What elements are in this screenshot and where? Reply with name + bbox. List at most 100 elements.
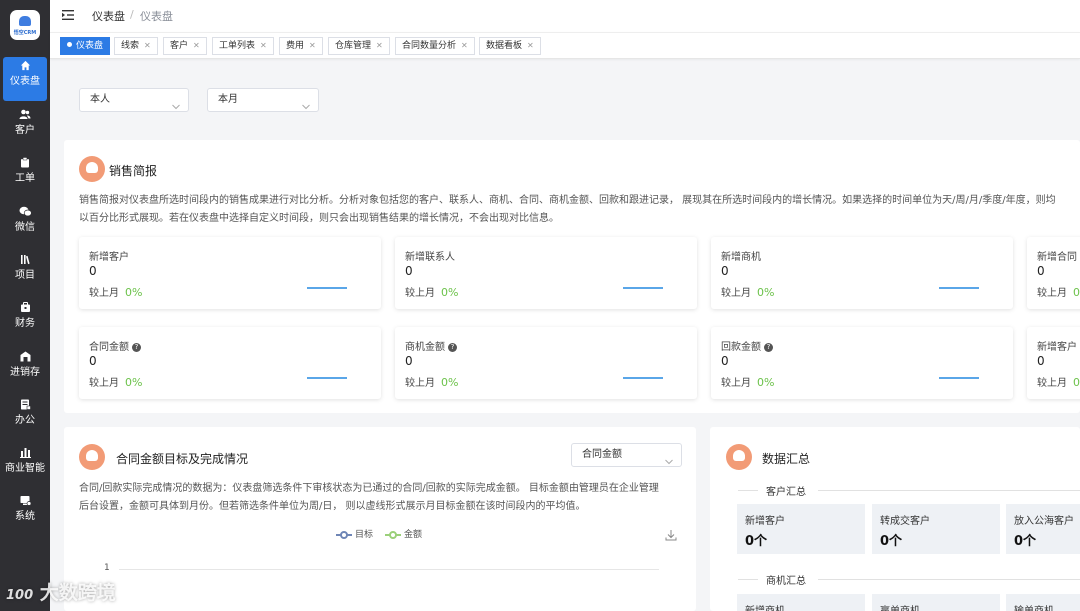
legend-line-marker-icon: [336, 530, 352, 539]
stat-percent: 0: [1073, 376, 1080, 389]
icon-glyph: [86, 450, 98, 461]
stat-label-text: 新增联系人: [405, 252, 455, 263]
summary-value: 0个: [880, 534, 903, 549]
summary-label: 赢单商机: [880, 602, 920, 611]
stat-compare: 较上月 0%: [89, 284, 142, 299]
sidebar-item-bi[interactable]: 商业智能: [0, 444, 50, 488]
tab-bar: 仪表盘 线索 ✕ 客户 ✕ 工单列表 ✕ 费用 ✕ 仓库管理 ✕ 合同数量分析 ✕ 数据看板…: [50, 32, 1080, 59]
sidebar-item-dashboard[interactable]: 仪表盘: [3, 57, 47, 101]
tab-warehouse[interactable]: 仓库管理 ✕: [328, 37, 390, 55]
stat-card-new-customers[interactable]: 新增客户 0 较上月 0%: [79, 237, 381, 309]
sparkline: [623, 287, 663, 289]
legend-amount[interactable]: 金额: [385, 527, 422, 540]
sales-report-description: 以百分比形式展现。若在仪表盘中选择自定义时间段，则只会出现销售结果的增长情况，不…: [79, 213, 559, 224]
stat-card-contract-amount[interactable]: 合同金额? 0 较上月 0%: [79, 327, 381, 399]
stat-value: 0: [89, 264, 97, 278]
summary-converted-customers[interactable]: 转成交客户 0个: [872, 504, 1000, 554]
stat-label-text: 新增客户: [1037, 342, 1077, 353]
sparkline: [307, 377, 347, 379]
tab-label: 数据看板: [486, 41, 523, 51]
sidebar-item-wechat[interactable]: 微信: [0, 203, 50, 247]
compare-label: 较上月: [89, 288, 119, 299]
stat-percent: 0: [1073, 286, 1080, 299]
help-icon[interactable]: ?: [764, 342, 773, 352]
menu-fold-icon[interactable]: [62, 9, 74, 21]
summary-new-opportunities[interactable]: 新增商机: [737, 594, 865, 611]
close-icon[interactable]: ✕: [527, 41, 534, 50]
tab-expenses[interactable]: 费用 ✕: [279, 37, 323, 55]
stat-card-opportunity-amount[interactable]: 商机金额? 0 较上月 0%: [395, 327, 697, 399]
summary-lost-opportunities[interactable]: 输单商机: [1006, 594, 1080, 611]
panel-title: 合同金额目标及完成情况: [116, 452, 249, 466]
sidebar-item-tickets[interactable]: 工单: [0, 154, 50, 198]
group-title-opportunities: 商机汇总: [766, 576, 806, 587]
close-icon[interactable]: ✕: [461, 41, 468, 50]
stat-value: 0: [1037, 354, 1045, 368]
system-icon: [0, 492, 50, 510]
summary-new-customers[interactable]: 新增客户 0个: [737, 504, 865, 554]
close-icon[interactable]: ✕: [144, 41, 151, 50]
sidebar-item-inventory[interactable]: 进销存: [0, 348, 50, 392]
stat-value: 0: [405, 264, 413, 278]
stat-label: 商机金额?: [405, 338, 457, 353]
close-icon[interactable]: ✕: [260, 41, 267, 50]
legend-label: 目标: [355, 530, 374, 540]
stat-compare: 较上月 0: [1037, 374, 1080, 389]
stat-percent: 0%: [441, 286, 459, 299]
tab-label: 工单列表: [219, 41, 256, 51]
sidebar-item-customers[interactable]: 客户: [0, 106, 50, 150]
breadcrumb-root[interactable]: 仪表盘: [92, 8, 125, 24]
tab-customers[interactable]: 客户 ✕: [163, 37, 207, 55]
summary-label: 放入公海客户: [1014, 516, 1074, 527]
summary-pool-customers[interactable]: 放入公海客户 0个: [1006, 504, 1080, 554]
tab-label: 客户: [170, 41, 189, 51]
sparkline: [939, 287, 979, 289]
legend-target[interactable]: 目标: [336, 527, 373, 540]
stat-card-payment-amount[interactable]: 回款金额? 0 较上月 0%: [711, 327, 1013, 399]
group-title-customers: 客户汇总: [766, 487, 806, 498]
close-icon[interactable]: ✕: [193, 41, 200, 50]
sparkline: [623, 377, 663, 379]
help-icon[interactable]: ?: [132, 342, 141, 352]
summary-won-opportunities[interactable]: 赢单商机: [872, 594, 1000, 611]
sidebar-item-office[interactable]: 办公: [0, 396, 50, 440]
sidebar-item-project[interactable]: 项目: [0, 251, 50, 295]
stat-value: 0: [721, 354, 729, 368]
tab-label: 仓库管理: [335, 41, 372, 51]
tab-dashboard[interactable]: 仪表盘: [60, 37, 111, 55]
compare-label: 较上月: [89, 378, 119, 389]
stat-compare: 较上月 0%: [89, 374, 142, 389]
close-icon[interactable]: ✕: [376, 41, 383, 50]
stat-card-new-opportunities[interactable]: 新增商机 0 较上月 0%: [711, 237, 1013, 309]
metric-select-value: 合同金额: [582, 449, 622, 460]
watermark-text: 大数跨境: [39, 582, 116, 604]
sidebar-item-label: 办公: [15, 415, 35, 426]
stat-card-new-contacts[interactable]: 新增联系人 0 较上月 0%: [395, 237, 697, 309]
stat-card-new-contracts[interactable]: 新增合同 0 较上月 0: [1027, 237, 1080, 309]
scope-select[interactable]: 本人: [79, 88, 189, 112]
help-icon[interactable]: ?: [448, 342, 457, 352]
stat-card-new-customers-2[interactable]: 新增客户 0 较上月 0: [1027, 327, 1080, 399]
chevron-down-icon: [665, 452, 673, 465]
tab-leads[interactable]: 线索 ✕: [114, 37, 158, 55]
divider: [818, 490, 1080, 491]
sidebar-item-label: 进销存: [10, 367, 40, 378]
metric-select[interactable]: 合同金额: [571, 443, 682, 467]
period-select[interactable]: 本月: [207, 88, 319, 112]
compare-label: 较上月: [721, 378, 751, 389]
sidebar-item-finance[interactable]: 财务: [0, 299, 50, 343]
download-icon[interactable]: [665, 529, 677, 544]
sidebar-item-system[interactable]: 系统: [0, 492, 50, 536]
icon-glyph: [733, 450, 745, 461]
close-icon[interactable]: ✕: [309, 41, 316, 50]
tab-contract-analysis[interactable]: 合同数量分析 ✕: [395, 37, 475, 55]
compare-label: 较上月: [1037, 378, 1067, 389]
stat-compare: 较上月 0%: [721, 374, 774, 389]
stat-label: 新增合同: [1037, 248, 1077, 263]
tab-ticket-list[interactable]: 工单列表 ✕: [212, 37, 274, 55]
grid-line: [119, 569, 659, 570]
sparkline: [307, 287, 347, 289]
tab-data-board[interactable]: 数据看板 ✕: [479, 37, 541, 55]
app-logo[interactable]: 悟空CRM: [10, 10, 40, 40]
summary-label: 转成交客户: [880, 516, 930, 527]
